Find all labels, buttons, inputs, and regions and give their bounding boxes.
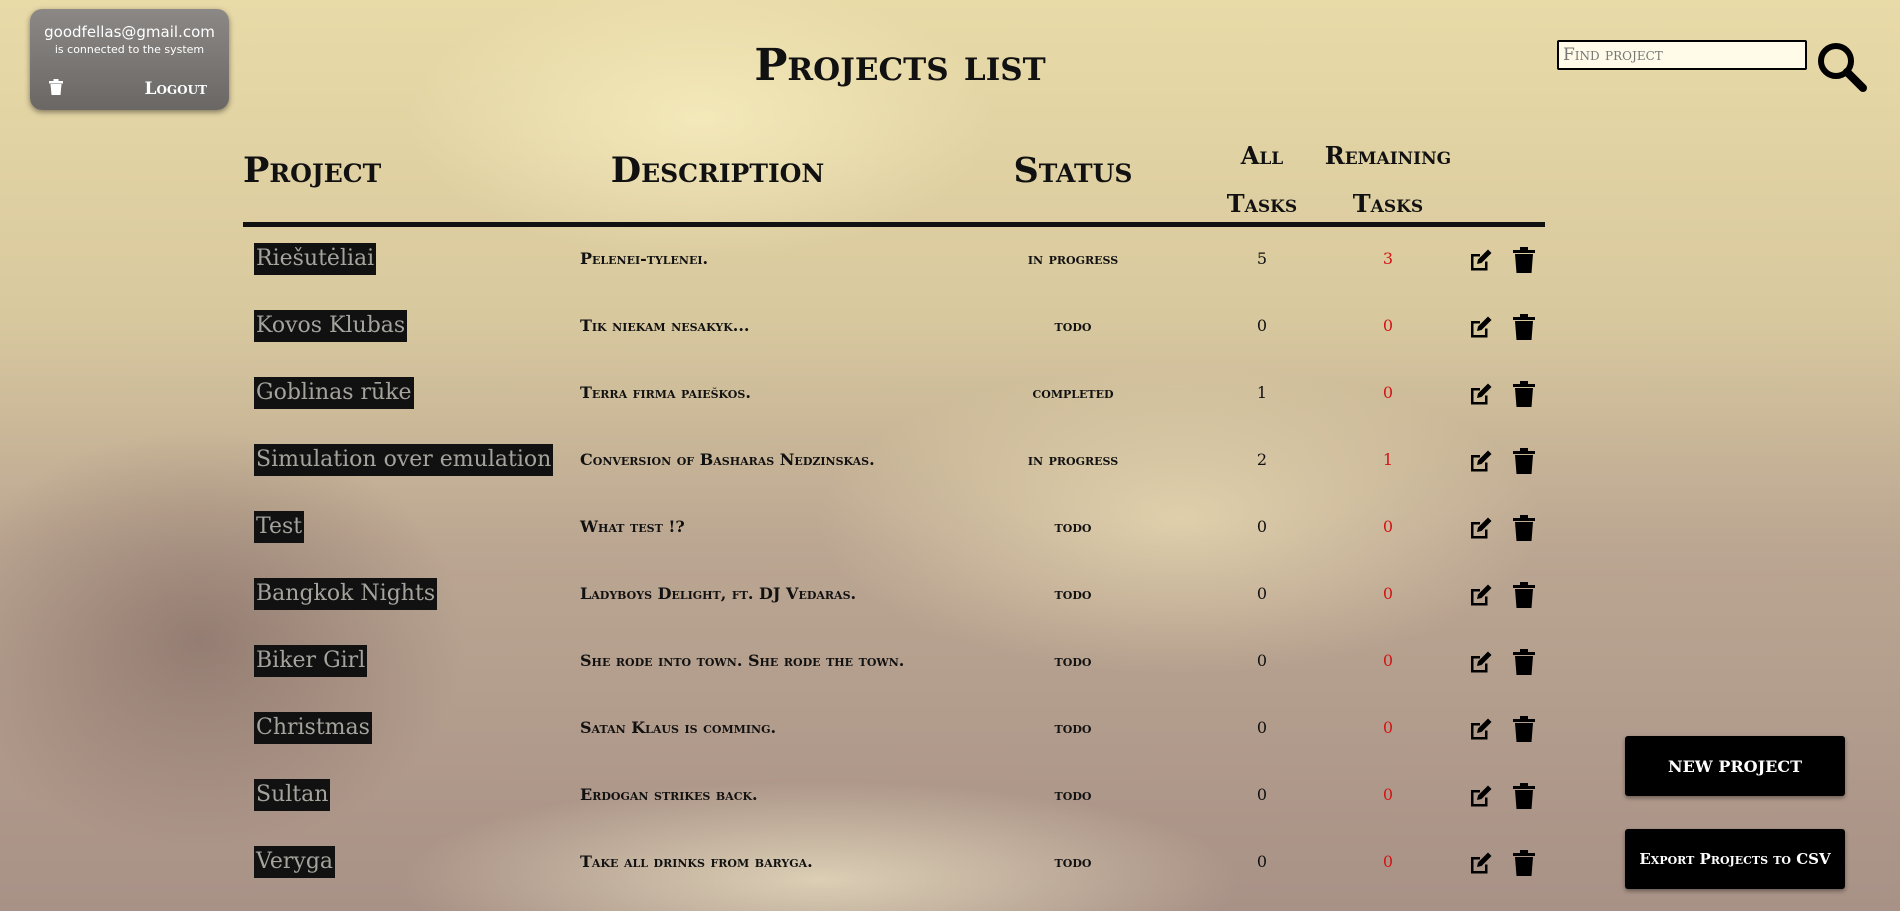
project-name-link[interactable]: Christmas	[254, 712, 372, 744]
export-csv-button[interactable]: Export Projects to CSV	[1625, 829, 1845, 889]
project-description: Ladyboys Delight, ft. DJ Vedaras.	[580, 584, 857, 603]
project-status: todo	[1054, 316, 1092, 335]
search-input[interactable]	[1557, 40, 1807, 70]
project-status: todo	[1054, 718, 1092, 737]
edit-icon[interactable]	[1468, 515, 1494, 541]
project-name-link[interactable]: Goblinas rūke	[254, 377, 414, 409]
project-remaining-tasks: 0	[1382, 316, 1394, 335]
project-all-tasks: 0	[1256, 584, 1268, 603]
trash-icon[interactable]	[1513, 247, 1535, 273]
table-row: Riešutėliai Pelenei-tylenei. in progress…	[0, 227, 1900, 294]
trash-icon[interactable]	[1513, 381, 1535, 407]
project-status: todo	[1054, 785, 1092, 804]
project-name-link[interactable]: Bangkok Nights	[254, 578, 438, 610]
project-all-tasks: 5	[1256, 249, 1268, 268]
trash-icon[interactable]	[1513, 448, 1535, 474]
trash-icon[interactable]	[1513, 314, 1535, 340]
table-row: Simulation over emulation Conversion of …	[0, 428, 1900, 495]
page-title: Projects list	[754, 40, 1046, 91]
project-all-tasks: 0	[1256, 718, 1268, 737]
project-all-tasks: 0	[1256, 651, 1268, 670]
table-row: Sultan Erdogan strikes back. todo 0 0	[0, 763, 1900, 830]
edit-icon[interactable]	[1468, 314, 1494, 340]
header-remaining-tasks: Remaining Tasks	[1308, 132, 1468, 228]
project-remaining-tasks: 0	[1382, 718, 1394, 737]
project-all-tasks: 2	[1256, 450, 1268, 469]
trash-icon[interactable]	[1513, 783, 1535, 809]
header-remaining-line2: Tasks	[1352, 189, 1424, 218]
edit-icon[interactable]	[1468, 381, 1494, 407]
table-row: Bangkok Nights Ladyboys Delight, ft. DJ …	[0, 562, 1900, 629]
project-name-link[interactable]: Biker Girl	[254, 645, 368, 677]
project-description: Erdogan strikes back.	[580, 785, 758, 804]
project-description: Tik niekam nesakyk...	[580, 316, 750, 335]
new-project-button[interactable]: NEW PROJECT	[1625, 736, 1845, 796]
edit-icon[interactable]	[1468, 850, 1494, 876]
header-description: Description	[610, 150, 825, 191]
project-remaining-tasks: 0	[1382, 584, 1394, 603]
edit-icon[interactable]	[1468, 783, 1494, 809]
project-name-link[interactable]: Veryga	[254, 846, 336, 878]
project-status: todo	[1054, 584, 1092, 603]
project-status: todo	[1054, 517, 1092, 536]
edit-icon[interactable]	[1468, 716, 1494, 742]
project-name-link[interactable]: Riešutėliai	[254, 243, 377, 275]
project-description: She rode into town. She rode the town.	[580, 651, 905, 670]
trash-icon[interactable]	[1513, 515, 1535, 541]
project-name-link[interactable]: Simulation over emulation	[254, 444, 554, 476]
project-status: in progress	[1027, 450, 1119, 469]
edit-icon[interactable]	[1468, 247, 1494, 273]
project-status: completed	[1032, 383, 1114, 402]
project-status: in progress	[1027, 249, 1119, 268]
table-row: Goblinas rūke Terra firma paieškos. comp…	[0, 361, 1900, 428]
project-description: Terra firma paieškos.	[580, 383, 751, 402]
project-remaining-tasks: 1	[1382, 450, 1394, 469]
project-status: todo	[1054, 852, 1092, 871]
trash-icon[interactable]	[1513, 716, 1535, 742]
user-email: goodfellas@gmail.com	[44, 23, 215, 41]
edit-icon[interactable]	[1468, 448, 1494, 474]
table-row: Biker Girl She rode into town. She rode …	[0, 629, 1900, 696]
table-row: Christmas Satan Klaus is comming. todo 0…	[0, 696, 1900, 763]
search-icon[interactable]	[1815, 40, 1867, 92]
table-row: Veryga Take all drinks from baryga. todo…	[0, 830, 1900, 897]
project-description: What test !?	[580, 517, 685, 536]
project-description: Satan Klaus is comming.	[580, 718, 777, 737]
project-all-tasks: 0	[1256, 316, 1268, 335]
header-all-tasks-line2: Tasks	[1226, 189, 1298, 218]
project-remaining-tasks: 0	[1382, 517, 1394, 536]
table-row: Kovos Klubas Tik niekam nesakyk... todo …	[0, 294, 1900, 361]
project-all-tasks: 0	[1256, 785, 1268, 804]
project-remaining-tasks: 0	[1382, 852, 1394, 871]
header-remaining-line1: Remaining	[1324, 141, 1452, 170]
project-all-tasks: 1	[1256, 383, 1268, 402]
edit-icon[interactable]	[1468, 582, 1494, 608]
header-project: Project	[243, 150, 382, 191]
project-remaining-tasks: 0	[1382, 651, 1394, 670]
project-remaining-tasks: 3	[1382, 249, 1394, 268]
project-all-tasks: 0	[1256, 852, 1268, 871]
table-row: Test What test !? todo 0 0	[0, 495, 1900, 562]
project-name-link[interactable]: Sultan	[254, 779, 331, 811]
trash-icon[interactable]	[1513, 582, 1535, 608]
project-description: Conversion of Basharas Nedzinskas.	[580, 450, 875, 469]
edit-icon[interactable]	[1468, 649, 1494, 675]
trash-icon[interactable]	[1513, 850, 1535, 876]
project-remaining-tasks: 0	[1382, 383, 1394, 402]
header-all-tasks-line1: All	[1240, 141, 1284, 170]
project-remaining-tasks: 0	[1382, 785, 1394, 804]
project-name-link[interactable]: Test	[254, 511, 305, 543]
project-description: Take all drinks from baryga.	[580, 852, 813, 871]
project-description: Pelenei-tylenei.	[580, 249, 709, 268]
header-status: Status	[1013, 150, 1133, 191]
project-status: todo	[1054, 651, 1092, 670]
project-name-link[interactable]: Kovos Klubas	[254, 310, 408, 342]
trash-icon[interactable]	[1513, 649, 1535, 675]
header-all-tasks: All Tasks	[1202, 132, 1322, 228]
project-all-tasks: 0	[1256, 517, 1268, 536]
